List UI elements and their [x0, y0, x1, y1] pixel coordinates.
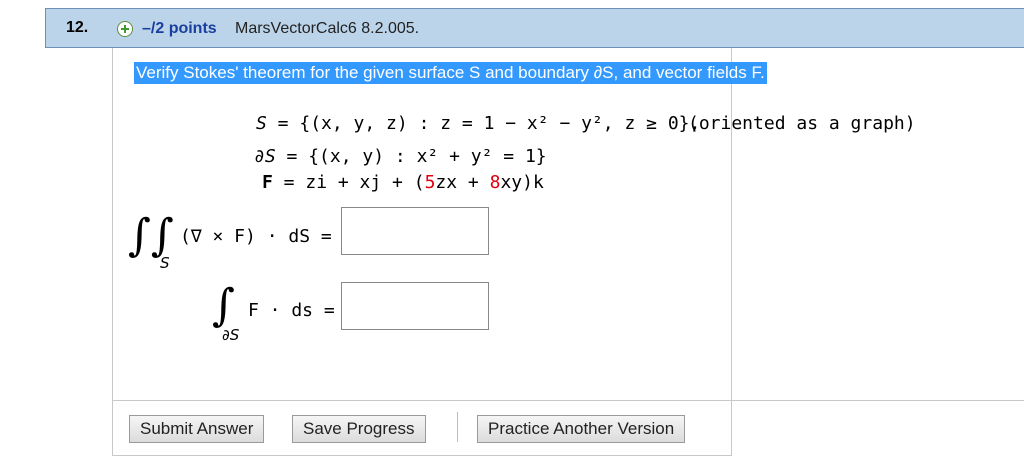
- submit-answer-button[interactable]: Submit Answer: [129, 415, 265, 443]
- boundary-equation: ∂S = {(x, y) : x² + y² = 1}: [254, 146, 547, 167]
- surface-equation: S = {(x, y, z) : z = 1 − x² − y², z ≥ 0}…: [256, 113, 701, 134]
- field-symbol: F: [262, 172, 273, 193]
- orientation-note: (oriented as a graph): [688, 113, 916, 134]
- line-integral-subscript: ∂S: [222, 326, 240, 344]
- question-source: MarsVectorCalc6 8.2.005.: [235, 20, 420, 37]
- field-part-3: xy)k: [500, 172, 544, 193]
- field-coefficient-1: 5: [424, 172, 436, 193]
- question-number: 12.: [66, 19, 89, 36]
- line-integral-expression: F · ds =: [248, 300, 335, 321]
- line-integral-symbol: ∫: [212, 280, 235, 331]
- line-integral-answer-input[interactable]: [341, 282, 489, 330]
- boundary-definition: {(x, y) : x² + y² = 1}: [308, 146, 547, 167]
- field-equation: F = zi + xj + (5zx + 8xy)k: [262, 172, 544, 193]
- save-progress-button[interactable]: Save Progress: [292, 415, 426, 443]
- boundary-symbol: ∂S: [254, 146, 276, 167]
- surface-integral-subscript: S: [160, 254, 170, 272]
- field-coefficient-2: 8: [489, 172, 501, 193]
- surface-symbol: S: [256, 113, 267, 134]
- button-separator: [457, 412, 458, 442]
- field-part-1: zi + xj + (: [305, 172, 425, 193]
- expand-plus-icon[interactable]: [117, 21, 133, 37]
- surface-integral-expression: (∇ × F) · dS =: [180, 226, 332, 247]
- practice-another-version-button[interactable]: Practice Another Version: [477, 415, 686, 443]
- field-part-2: zx +: [435, 172, 490, 193]
- double-integral-symbol: ∫∫: [128, 210, 174, 261]
- question-prompt: Verify Stokes' theorem for the given sur…: [134, 62, 767, 84]
- panel-divider: [112, 400, 1024, 401]
- surface-integral-answer-input[interactable]: [341, 207, 489, 255]
- surface-definition: {(x, y, z) : z = 1 − x² − y², z ≥ 0},: [299, 113, 701, 134]
- points-label: –/2 points: [142, 20, 217, 37]
- question-header: 12. –/2 points MarsVectorCalc6 8.2.005.: [45, 8, 1024, 48]
